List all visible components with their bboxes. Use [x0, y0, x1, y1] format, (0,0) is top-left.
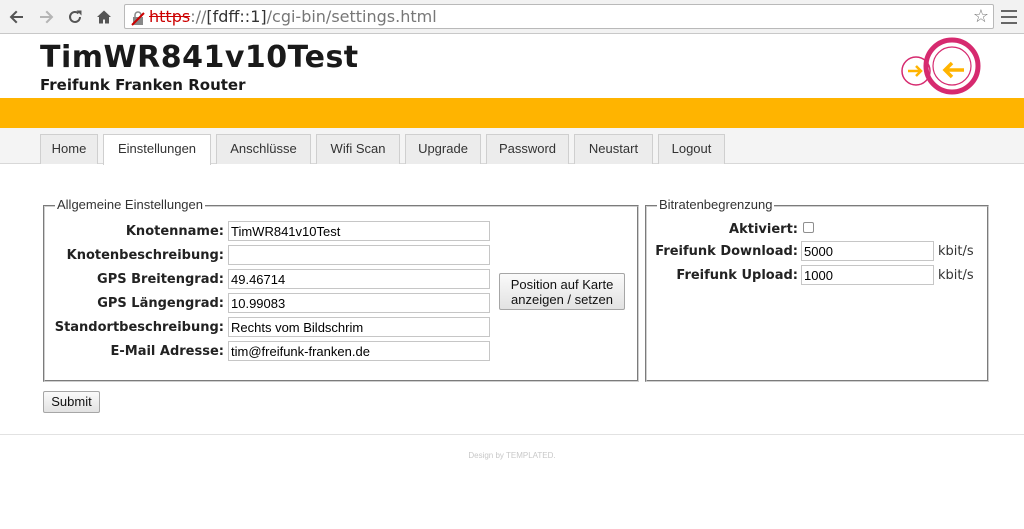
map-position-button[interactable]: Position auf Karte anzeigen / setzen [499, 273, 625, 310]
upload-input[interactable] [801, 265, 934, 285]
node-description-label: Knotenbeschreibung: [66, 248, 224, 263]
reload-icon[interactable] [64, 6, 86, 28]
map-position-button-line1: Position auf Karte [510, 276, 614, 292]
node-name-label: Knotenname: [125, 224, 224, 239]
tab-upgrade[interactable]: Upgrade [405, 134, 481, 164]
location-description-input[interactable] [228, 317, 490, 337]
page-title: TimWR841v10Test [40, 40, 359, 75]
page-subtitle: Freifunk Franken Router [40, 76, 246, 94]
bitrate-enabled-checkbox[interactable] [803, 222, 814, 233]
forward-icon[interactable] [35, 6, 57, 28]
browser-menu-icon[interactable] [999, 6, 1019, 28]
download-unit: kbit/s [938, 244, 974, 259]
map-position-button-line2: anzeigen / setzen [511, 291, 613, 307]
email-label: E-Mail Adresse: [110, 344, 224, 359]
general-settings-legend: Allgemeine Einstellungen [55, 197, 205, 212]
tab-einstellungen[interactable]: Einstellungen [103, 134, 211, 165]
main-navigation: Home Einstellungen Anschlüsse Wifi Scan … [0, 128, 1024, 165]
url-host: [fdff::1] [206, 7, 267, 26]
bitrate-limit-fieldset: Bitratenbegrenzung [645, 197, 989, 382]
home-icon[interactable] [93, 6, 115, 28]
insecure-lock-icon [131, 9, 145, 26]
gps-latitude-label: GPS Breitengrad: [97, 272, 224, 287]
download-label: Freifunk Download: [655, 244, 798, 259]
email-input[interactable] [228, 341, 490, 361]
node-description-input[interactable] [228, 245, 490, 265]
submit-button[interactable]: Submit [43, 391, 100, 413]
tab-wifi-scan[interactable]: Wifi Scan [316, 134, 400, 164]
footer-divider [0, 434, 1024, 435]
upload-unit: kbit/s [938, 268, 974, 283]
bitrate-enabled-label: Aktiviert: [729, 222, 798, 237]
gps-longitude-input[interactable] [228, 293, 490, 313]
url-path: /cgi-bin/settings.html [266, 7, 437, 26]
bitrate-limit-legend: Bitratenbegrenzung [657, 197, 775, 212]
download-input[interactable] [801, 241, 934, 261]
tab-anschluesse[interactable]: Anschlüsse [216, 134, 311, 164]
upload-label: Freifunk Upload: [676, 268, 798, 283]
browser-toolbar: https://[fdff::1]/cgi-bin/settings.html … [0, 0, 1024, 34]
bookmark-star-icon[interactable]: ☆ [973, 5, 989, 28]
url-protocol: https [149, 7, 191, 26]
freifunk-logo-icon [896, 36, 986, 98]
footer-credits[interactable]: Design by TEMPLATED. [0, 451, 1024, 460]
tab-logout[interactable]: Logout [658, 134, 725, 164]
tab-password[interactable]: Password [486, 134, 569, 164]
location-description-label: Standortbeschreibung: [54, 320, 224, 335]
gps-latitude-input[interactable] [228, 269, 490, 289]
header-accent-bar [0, 98, 1024, 128]
url-text: https://[fdff::1]/cgi-bin/settings.html [149, 5, 437, 28]
gps-longitude-label: GPS Längengrad: [97, 296, 224, 311]
node-name-input[interactable] [228, 221, 490, 241]
tab-neustart[interactable]: Neustart [574, 134, 653, 164]
tab-home[interactable]: Home [40, 134, 98, 164]
back-icon[interactable] [6, 6, 28, 28]
address-bar[interactable]: https://[fdff::1]/cgi-bin/settings.html … [124, 4, 994, 29]
url-separator: :// [190, 7, 207, 26]
